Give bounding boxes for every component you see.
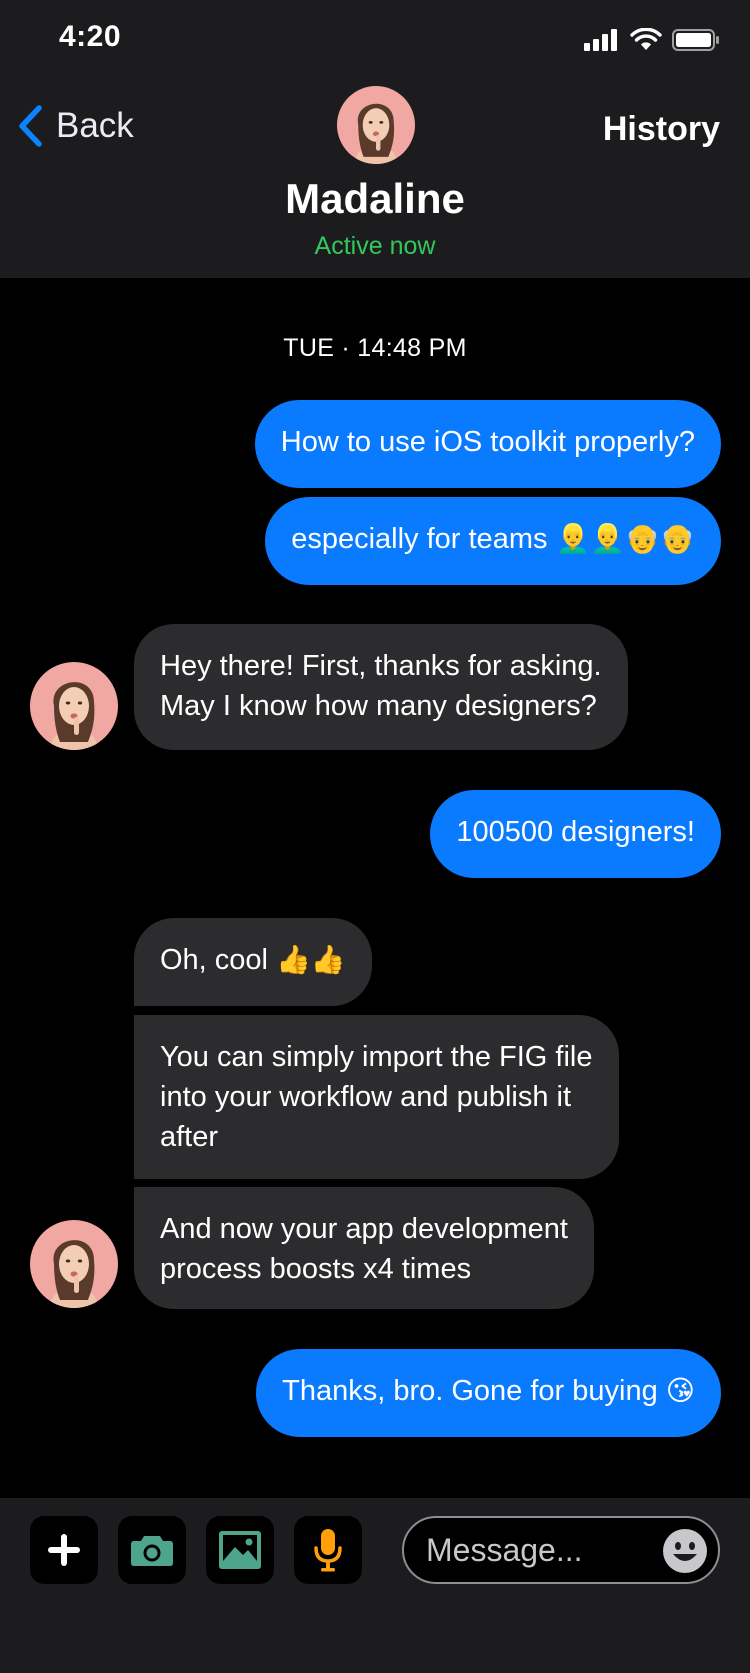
status-icons: [584, 28, 720, 52]
message-bubble-outgoing[interactable]: Thanks, bro. Gone for buying 😘: [256, 1349, 721, 1437]
message-bubble-incoming[interactable]: Hey there! First, thanks for asking. May…: [134, 624, 628, 750]
chat-header: 4:20 Back History Madaline Active now: [0, 0, 750, 278]
message-text: especially for teams: [291, 523, 548, 555]
message-line: into your workflow and publish it: [160, 1081, 572, 1113]
day-separator: TUE · 14:48 PM: [283, 334, 467, 362]
message-bubble-outgoing[interactable]: 100500 designers!: [430, 790, 721, 878]
message-composer: [0, 1498, 750, 1673]
image-icon: [219, 1531, 261, 1569]
message-text: Thanks, bro. Gone for buying: [282, 1375, 658, 1407]
plus-icon: [48, 1534, 80, 1566]
message-bubble-incoming[interactable]: And now your app development process boo…: [134, 1187, 594, 1309]
message-line: You can simply import the FIG file: [160, 1041, 593, 1073]
emoji-icon[interactable]: [662, 1528, 708, 1574]
voice-button[interactable]: [294, 1516, 362, 1584]
message-line: after: [160, 1121, 219, 1153]
avatar-portrait: [337, 86, 415, 164]
message-bubble-outgoing[interactable]: How to use iOS toolkit properly?: [254, 400, 721, 488]
message-input-container[interactable]: [402, 1516, 720, 1584]
camera-icon: [131, 1536, 173, 1566]
gallery-button[interactable]: [206, 1516, 274, 1584]
message-text: 100500 designers!: [456, 816, 695, 848]
contact-avatar[interactable]: [337, 86, 415, 164]
contact-name: Madaline: [285, 175, 465, 222]
message-bubble-incoming[interactable]: Oh, cool 👍👍: [134, 918, 372, 1006]
chevron-left-icon: [19, 105, 42, 147]
contact-status: Active now: [314, 232, 436, 260]
message-bubble-incoming[interactable]: You can simply import the FIG file into …: [134, 1015, 619, 1179]
message-input[interactable]: [424, 1530, 648, 1570]
camera-button[interactable]: [118, 1516, 186, 1584]
contact-avatar-small[interactable]: [30, 662, 118, 750]
message-line: May I know how many designers?: [160, 690, 597, 722]
back-button[interactable]: Back: [16, 104, 134, 148]
message-line: Hey there! First, thanks for asking.: [160, 650, 602, 682]
back-label: Back: [56, 106, 134, 145]
avatar-portrait: [30, 662, 118, 750]
message-text: Oh, cool: [160, 944, 268, 976]
add-attachment-button[interactable]: [30, 1516, 98, 1584]
emoji: 😘: [665, 1374, 695, 1407]
status-time: 4:20: [59, 20, 122, 53]
battery-icon: [672, 29, 719, 51]
emoji-group: 👱‍♂️👱‍♂️👴👴: [555, 522, 695, 555]
signal-icon: [584, 29, 617, 51]
message-bubble-outgoing[interactable]: especially for teams 👱‍♂️👱‍♂️👴👴: [265, 497, 721, 585]
message-text: How to use iOS toolkit properly?: [280, 426, 695, 458]
history-button[interactable]: History: [603, 110, 720, 149]
wifi-icon: [630, 28, 662, 50]
message-line: And now your app development: [160, 1213, 568, 1245]
message-line: process boosts x4 times: [160, 1253, 472, 1285]
microphone-icon: [314, 1529, 342, 1572]
emoji-group: 👍👍: [276, 943, 346, 976]
contact-avatar-small[interactable]: [30, 1220, 118, 1308]
avatar-portrait: [30, 1220, 118, 1308]
